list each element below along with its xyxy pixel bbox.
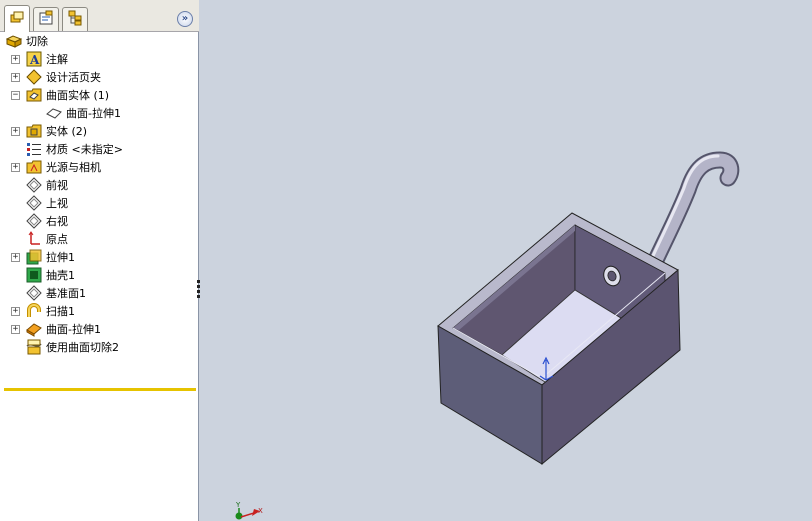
reference-triad: Y X	[235, 501, 263, 520]
tree-item-label: 实体 (2)	[46, 125, 88, 138]
material-icon	[26, 141, 42, 157]
manager-tab-bar: »	[0, 0, 199, 32]
tree-item-origin[interactable]: 原点	[0, 230, 199, 248]
property-manager-icon	[38, 10, 54, 29]
annotations-icon: A	[26, 51, 42, 67]
surface-extrude-icon	[26, 321, 42, 337]
tree-item-surface-bodies[interactable]: − 曲面实体 (1)	[0, 86, 199, 104]
expand-panel-button[interactable]: »	[177, 11, 193, 27]
tree-item-label: 上视	[46, 197, 68, 210]
feature-manager-icon	[9, 10, 25, 29]
tree-item-surface-cut2[interactable]: 使用曲面切除2	[0, 338, 199, 356]
tree-item-label: 扫描1	[46, 305, 75, 318]
expand-toggle[interactable]: +	[11, 127, 20, 136]
surface-bodies-folder-icon	[26, 87, 42, 103]
tree-item-plane1[interactable]: 基准面1	[0, 284, 199, 302]
tree-item-extrude1[interactable]: + 拉伸1	[0, 248, 199, 266]
model-view: Y X	[235, 151, 740, 520]
collapse-toggle[interactable]: −	[11, 91, 20, 100]
graphics-viewport[interactable]: Y X	[200, 0, 812, 521]
design-binder-icon	[26, 69, 42, 85]
tree-item-solid-bodies[interactable]: + 实体 (2)	[0, 122, 199, 140]
feature-manager-panel: » 切除 + A 注解 + 设计活页夹 − 曲面实体 (1) 曲面-拉伸1 + …	[0, 0, 199, 521]
tab-feature-manager[interactable]	[4, 5, 30, 32]
tab-configuration-manager[interactable]	[62, 7, 88, 31]
tree-item-right-plane[interactable]: 右视	[0, 212, 199, 230]
expand-toggle[interactable]: +	[11, 325, 20, 334]
tree-item-surface-extrude1[interactable]: + 曲面-拉伸1	[0, 320, 199, 338]
tree-item-label: 基准面1	[46, 287, 86, 300]
rollback-bar[interactable]	[4, 388, 196, 391]
tree-item-front-plane[interactable]: 前视	[0, 176, 199, 194]
origin-icon	[26, 231, 42, 247]
part-icon	[6, 33, 22, 49]
tree-item-annotations[interactable]: + A 注解	[0, 50, 199, 68]
expand-toggle[interactable]: +	[11, 253, 20, 262]
tree-root-label: 切除	[26, 35, 48, 48]
extrude-icon	[26, 249, 42, 265]
tree-item-label: 抽壳1	[46, 269, 75, 282]
tree-item-label: 光源与相机	[46, 161, 101, 174]
triad-y-label: Y	[235, 501, 241, 509]
tree-item-label: 设计活页夹	[46, 71, 101, 84]
plane-icon	[26, 213, 42, 229]
tree-item-label: 曲面-拉伸1	[46, 323, 101, 336]
tree-item-sweep1[interactable]: + 扫描1	[0, 302, 199, 320]
configuration-manager-icon	[67, 10, 83, 29]
surface-cut-icon	[26, 339, 42, 355]
expand-toggle[interactable]: +	[11, 73, 20, 82]
plane-icon	[26, 195, 42, 211]
solid-bodies-folder-icon	[26, 123, 42, 139]
tree-item-label: 右视	[46, 215, 68, 228]
tree-item-label: 材质 <未指定>	[46, 143, 123, 156]
tree-item-material[interactable]: 材质 <未指定>	[0, 140, 199, 158]
swept-handle	[646, 151, 740, 271]
svg-text:A: A	[29, 53, 40, 67]
surface-body-icon	[46, 105, 62, 121]
expand-toggle[interactable]: +	[11, 163, 20, 172]
shell-icon	[26, 267, 42, 283]
tree-item-label: 前视	[46, 179, 68, 192]
triad-x-label: X	[258, 507, 263, 515]
cut-box-body	[437, 212, 681, 466]
tree-item-label: 曲面-拉伸1	[66, 107, 121, 120]
tree-item-shell1[interactable]: 抽壳1	[0, 266, 199, 284]
tree-item-lights-cameras[interactable]: + 光源与相机	[0, 158, 199, 176]
sweep-icon	[26, 303, 42, 319]
lights-cameras-icon	[26, 159, 42, 175]
tree-item-label: 使用曲面切除2	[46, 341, 119, 354]
expand-toggle[interactable]: +	[11, 55, 20, 64]
tree-item-design-binder[interactable]: + 设计活页夹	[0, 68, 199, 86]
tree-item-surface-extrude-body[interactable]: 曲面-拉伸1	[0, 104, 199, 122]
plane-icon	[26, 177, 42, 193]
tree-item-label: 曲面实体 (1)	[46, 89, 110, 102]
tree-item-top-plane[interactable]: 上视	[0, 194, 199, 212]
tree-root-part[interactable]: 切除	[6, 32, 48, 50]
tree-item-label: 原点	[46, 233, 68, 246]
tree-item-label: 拉伸1	[46, 251, 75, 264]
tree-item-label: 注解	[46, 53, 68, 66]
double-chevron-right-icon: »	[181, 13, 189, 24]
expand-toggle[interactable]: +	[11, 307, 20, 316]
tab-property-manager[interactable]	[33, 7, 59, 31]
plane-icon	[26, 285, 42, 301]
